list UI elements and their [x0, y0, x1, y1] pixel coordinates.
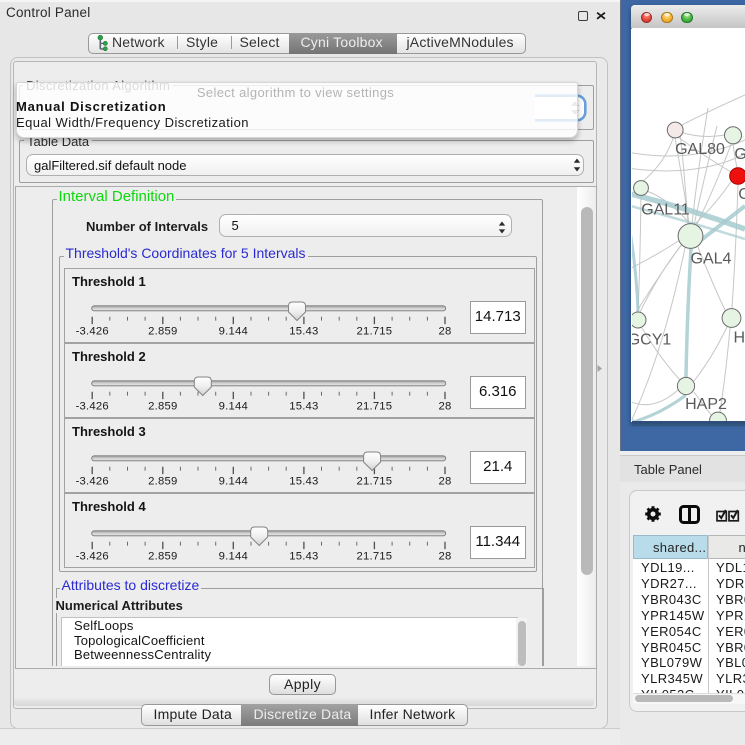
svg-text:-3.426: -3.426 [75, 550, 108, 562]
svg-text:2.859: 2.859 [148, 400, 177, 412]
svg-text:GAL11: GAL11 [641, 201, 690, 218]
svg-text:2.859: 2.859 [148, 475, 177, 487]
svg-text:HIS4: HIS4 [734, 330, 745, 347]
svg-text:9.144: 9.144 [218, 475, 247, 487]
svg-text:-3.426: -3.426 [75, 325, 108, 337]
svg-text:2.859: 2.859 [148, 325, 177, 337]
svg-text:2.859: 2.859 [148, 550, 177, 562]
svg-text:28: 28 [438, 550, 451, 562]
svg-text:9.144: 9.144 [218, 400, 247, 412]
svg-text:-3.426: -3.426 [75, 475, 108, 487]
svg-text:GAL2: GAL2 [734, 146, 745, 163]
svg-text:15.43: 15.43 [289, 400, 318, 412]
svg-text:21.715: 21.715 [356, 400, 392, 412]
svg-text:21.715: 21.715 [356, 475, 392, 487]
svg-text:HAP2: HAP2 [685, 396, 727, 413]
svg-text:21.715: 21.715 [356, 550, 392, 562]
svg-text:28: 28 [438, 400, 451, 412]
svg-text:GCY1: GCY1 [632, 332, 671, 349]
svg-text:21.715: 21.715 [356, 325, 392, 337]
svg-text:GAL80: GAL80 [675, 141, 725, 158]
svg-text:28: 28 [438, 475, 451, 487]
svg-text:-3.426: -3.426 [75, 400, 108, 412]
svg-text:15.43: 15.43 [289, 550, 318, 562]
svg-text:15.43: 15.43 [289, 325, 318, 337]
svg-text:9.144: 9.144 [218, 550, 247, 562]
svg-text:28: 28 [438, 325, 451, 337]
svg-text:CDC1: CDC1 [738, 186, 745, 203]
svg-text:GAL4: GAL4 [691, 251, 732, 268]
svg-text:15.43: 15.43 [289, 475, 318, 487]
svg-text:9.144: 9.144 [218, 325, 247, 337]
